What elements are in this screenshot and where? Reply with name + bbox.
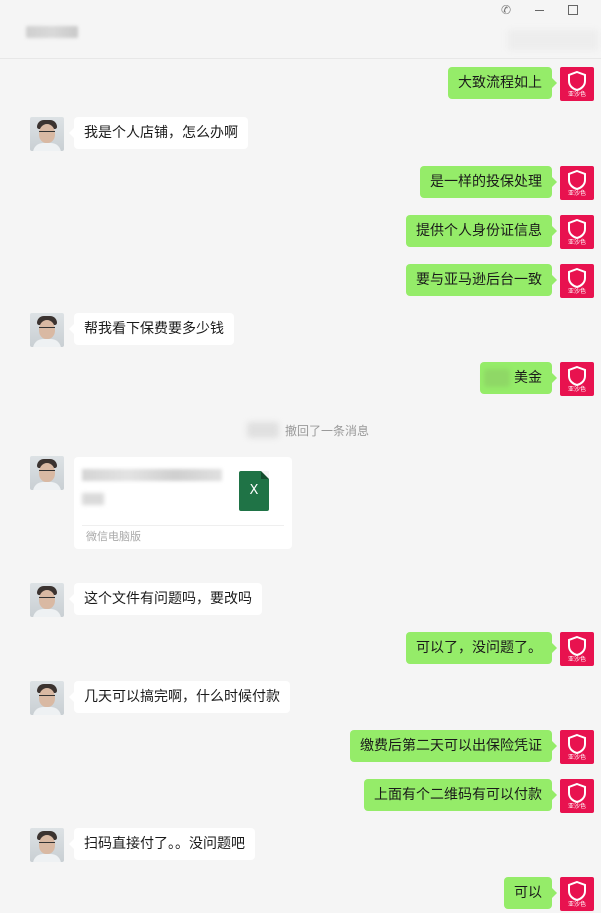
recall-notice-text: 撤回了一条消息 [285,423,370,438]
header-blur [508,30,598,50]
brand-label: 亚沙色 [567,803,586,810]
incoming-bubble[interactable]: 帮我看下保费要多少钱 [69,313,234,345]
shield-icon [568,219,586,239]
title-divider [0,58,601,59]
outgoing-bubble[interactable]: 是一样的投保处理 [420,166,557,198]
outgoing-bubble[interactable]: 可以 [504,877,557,909]
shield-icon [568,71,586,91]
contact-avatar[interactable] [30,583,64,617]
brand-label: 亚沙色 [567,901,586,908]
incoming-bubble[interactable]: 这个文件有问题吗，要改吗 [69,583,262,615]
brand-label: 亚沙色 [567,754,586,761]
redacted-filename [82,469,222,481]
contact-avatar[interactable] [30,456,64,490]
recall-notice: 撤回了一条消息 [247,420,369,440]
brand-avatar[interactable]: 亚沙色 [560,730,594,764]
outgoing-bubble[interactable]: 美金 [480,362,557,394]
outgoing-bubble[interactable]: 可以了，没问题了。 [406,632,557,664]
brand-avatar[interactable]: 亚沙色 [560,67,594,101]
brand-label: 亚沙色 [567,386,586,393]
contact-avatar[interactable] [30,117,64,151]
brand-avatar[interactable]: 亚沙色 [560,264,594,298]
chat-title [26,26,78,38]
outgoing-bubble[interactable]: 上面有个二维码有可以付款 [364,779,557,811]
brand-avatar[interactable]: 亚沙色 [560,779,594,813]
redacted-filesize [82,493,104,505]
outgoing-bubble[interactable]: 大致流程如上 [448,67,557,99]
redacted-amount [484,369,510,387]
brand-label: 亚沙色 [567,239,586,246]
pin-icon[interactable]: ✆ [497,2,515,18]
brand-label: 亚沙色 [567,656,586,663]
incoming-bubble[interactable]: 几天可以搞完啊，什么时候付款 [69,681,290,713]
file-source: 微信电脑版 [86,530,141,543]
shield-icon [568,636,586,656]
maximize-icon[interactable] [564,2,582,18]
shield-icon [568,366,586,386]
incoming-bubble[interactable]: 我是个人店铺，怎么办啊 [69,117,248,149]
contact-avatar[interactable] [30,828,64,862]
shield-icon [568,881,586,901]
shield-icon [568,783,586,803]
excel-file-icon: X [239,471,269,511]
brand-avatar[interactable]: 亚沙色 [560,877,594,911]
brand-avatar[interactable]: 亚沙色 [560,215,594,249]
brand-label: 亚沙色 [567,288,586,295]
brand-label: 亚沙色 [567,190,586,197]
file-card[interactable]: X 微信电脑版 [74,457,292,549]
file-card-divider [82,525,284,526]
contact-avatar[interactable] [30,681,64,715]
title-bar: ✆ [0,0,601,59]
bubble-text: 美金 [514,370,542,386]
brand-avatar[interactable]: 亚沙色 [560,632,594,666]
shield-icon [568,734,586,754]
shield-icon [568,170,586,190]
shield-icon [568,268,586,288]
brand-avatar[interactable]: 亚沙色 [560,166,594,200]
contact-avatar[interactable] [30,313,64,347]
incoming-bubble[interactable]: 扫码直接付了。。没问题吧 [69,828,255,860]
brand-label: 亚沙色 [567,91,586,98]
brand-avatar[interactable]: 亚沙色 [560,362,594,396]
outgoing-bubble[interactable]: 要与亚马逊后台一致 [406,264,557,296]
outgoing-bubble[interactable]: 缴费后第二天可以出保险凭证 [350,730,557,762]
minimize-icon[interactable] [530,2,548,18]
redacted-name [247,422,279,438]
outgoing-bubble[interactable]: 提供个人身份证信息 [406,215,557,247]
